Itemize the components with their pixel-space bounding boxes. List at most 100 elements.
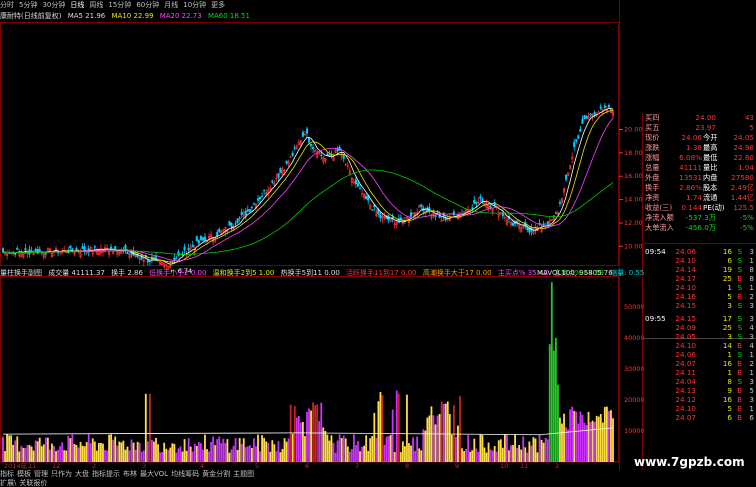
tab-4[interactable]: 周线 [89,0,103,11]
date-axis-label: 4 [200,462,204,470]
volume-bar [393,451,396,462]
volume-bar [342,435,345,462]
candle-body [489,205,492,208]
bottom-tabs-4[interactable]: 大盘 [75,470,89,478]
tick-row: 24.10 5 B 1 [643,404,756,413]
volume-bar [153,441,155,462]
volume-bar [87,434,90,462]
tick-count: 3 [749,395,754,404]
candle-body [575,139,578,142]
volume-bar [404,446,406,462]
bottom-tabs2-1[interactable]: 关联报价 [19,479,47,487]
quote-label: 大单流入 [645,223,674,232]
volume-bar [463,451,465,462]
tab-9[interactable]: 更多 [211,0,225,11]
quote-row: 买四 24.00 43 [643,113,756,122]
mavol-label: MAVOL100, 95805.76 [537,269,613,277]
volume-bar [210,442,212,462]
legend-t5: 高潮换手大于17 0.00 [422,269,492,277]
candle-body [452,211,455,216]
quote-value: 1.38 [685,143,702,152]
volume-bar [38,437,41,462]
volume-bar [530,445,533,462]
bottom-tabs-6[interactable]: 布林 [123,470,137,478]
price-axis-label: 14.00 [624,196,643,204]
volume-bar [224,442,227,462]
volume-bar [142,450,145,462]
tab-7[interactable]: 月线 [164,0,178,11]
volume-bar [603,406,606,462]
volume-bar [100,442,102,462]
candle-body [16,247,19,250]
candle-body [342,155,345,159]
price-frame [0,22,619,266]
date-axis-label: 8 [405,462,409,470]
candle-body [593,112,596,115]
tick-count: 6 [749,413,754,422]
tab-1[interactable]: 5分钟 [19,0,37,11]
candle-body [38,249,41,252]
volume-bar [293,405,296,462]
volume-bar [155,437,157,462]
quote-row: 总量 41111 量比 1.04 [643,163,756,172]
bottom-tabs-5[interactable]: 指标提示 [92,470,120,478]
tick-time: 09:55 [645,314,666,323]
tick-price: 24.06 [675,247,696,256]
volume-bar [34,440,37,462]
volume-bar [183,439,186,462]
bottom-tabs-10[interactable]: 主题图 [233,470,254,478]
volume-bar [261,435,263,462]
bottom-tabs-2[interactable]: 管理 [34,470,48,478]
tick-count: 1 [749,256,754,265]
volume-bar [26,444,29,462]
volume-bar [452,405,455,462]
tick-side: B [737,341,742,350]
volume-bar [546,439,549,462]
tab-6[interactable]: 60分钟 [136,0,159,11]
volume-bar [610,410,612,462]
tab-0[interactable]: 分时 [0,0,14,11]
volume-bar [389,434,392,462]
volume-bar [130,439,133,462]
volume-bar [461,448,463,462]
volume-bar [226,439,229,462]
candle-body [365,196,368,200]
tick-price: 24.10 [675,256,696,265]
volume-bar [122,440,125,462]
volume-bar [242,438,245,462]
volume-bar [281,448,284,462]
tick-price: 24.09 [675,323,696,332]
candle-body [191,244,194,248]
candle-body [285,160,288,164]
tab-5[interactable]: 15分钟 [108,0,131,11]
bottom-tabs-7[interactable]: 最大VOL [140,470,168,478]
tab-2[interactable]: 30分钟 [42,0,65,11]
volume-bar [599,414,602,462]
volume-bar [567,429,570,462]
tab-3[interactable]: 日线 [70,0,84,11]
volume-bar [350,449,353,462]
bottom-tabs-8[interactable]: 均线筹码 [171,470,199,478]
bottom-tabs-3[interactable]: 只作为 [51,470,72,478]
bottom-tabs-0[interactable]: 指标 [0,470,14,478]
tick-row: 24.16 5 B 2 [643,292,756,301]
volume-bar [216,439,219,462]
volume-bar [455,436,457,462]
candle-body [203,236,207,241]
volume-bar [179,446,182,462]
legend-t2: 温和换手2到5 1.00 [212,269,275,277]
quote-label-2: 最高 [703,143,718,152]
candle-body [371,209,374,211]
legend-stock-name: 康耐特(日线前复权) [0,12,62,20]
bottom-tabs2-0[interactable]: 扩展\ [0,479,16,487]
volume-bar [59,446,62,462]
bottom-tabs-1[interactable]: 模板 [17,470,31,478]
volume-bar [220,443,223,462]
tick-price: 24.12 [675,395,696,404]
quote-label: 买五 [645,123,660,132]
volume-bar [44,437,47,462]
bottom-tabs-9[interactable]: 黄金分割 [202,470,230,478]
candle-body [409,212,413,217]
candle-body [34,249,37,251]
tab-8[interactable]: 10分钟 [183,0,206,11]
